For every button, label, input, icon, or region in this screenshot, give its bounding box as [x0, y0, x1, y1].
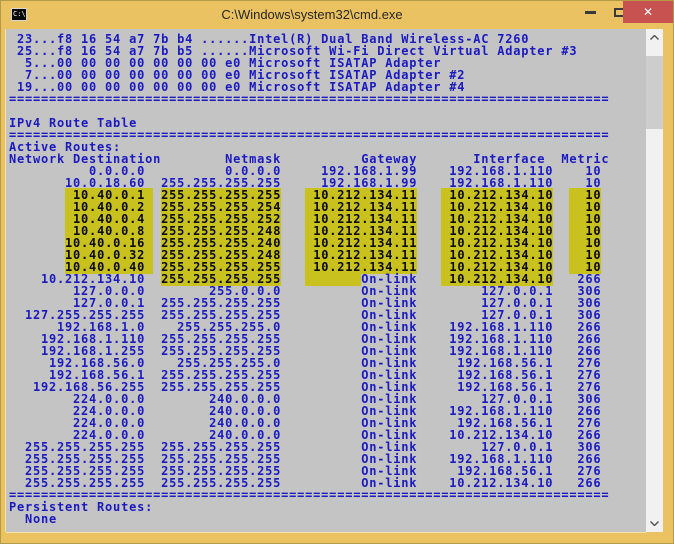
- console-line: ========================================…: [9, 93, 646, 105]
- vertical-scrollbar[interactable]: [646, 29, 663, 532]
- console-line: Persistent Routes:: [9, 501, 646, 513]
- cmd-icon: C:\: [11, 8, 27, 21]
- scrollbar-thumb[interactable]: [646, 56, 663, 129]
- scroll-down-button[interactable]: [646, 515, 663, 532]
- titlebar[interactable]: C:\ C:\Windows\system32\cmd.exe ✕: [1, 1, 673, 29]
- console-viewport[interactable]: 23...f8 16 54 a7 7b b4 ......Intel(R) Du…: [6, 29, 646, 532]
- console-text: ========================================…: [9, 92, 610, 106]
- window-title: C:\Windows\system32\cmd.exe: [221, 7, 403, 22]
- scroll-up-button[interactable]: [646, 29, 663, 46]
- minimize-button[interactable]: [575, 1, 605, 23]
- close-icon: ✕: [642, 5, 654, 19]
- chevron-up-icon: [650, 35, 659, 40]
- cmd-window: C:\ C:\Windows\system32\cmd.exe ✕ 23...f…: [0, 0, 674, 544]
- minimize-icon: [584, 10, 596, 14]
- chevron-down-icon: [650, 521, 659, 526]
- console-text: None: [9, 512, 58, 526]
- console-line: None: [9, 513, 646, 525]
- console-output: 23...f8 16 54 a7 7b b4 ......Intel(R) Du…: [6, 29, 646, 525]
- close-button[interactable]: ✕: [623, 1, 673, 23]
